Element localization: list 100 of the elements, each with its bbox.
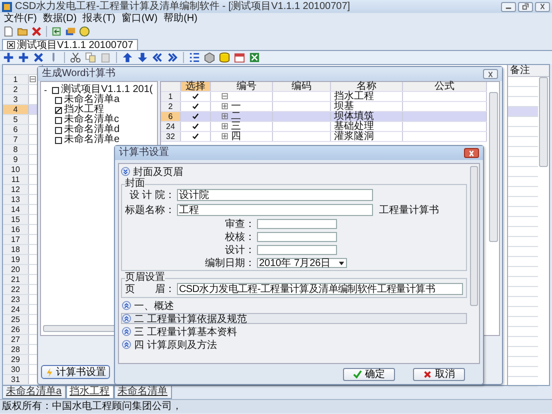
check-mark[interactable] [192,93,199,100]
cut-icon[interactable] [70,52,81,63]
checkbox[interactable] [55,106,62,114]
section-row[interactable]: 三 工程量计算基本资料 [121,326,467,337]
tree-item[interactable]: 未命名清单d [64,125,120,135]
expand-icon[interactable] [122,314,131,323]
checkbox[interactable] [52,86,59,94]
checkbox[interactable] [55,116,62,124]
collapse-toggle[interactable]: - [44,85,50,95]
row-number[interactable]: 7 [3,135,29,144]
row-number[interactable]: 4 [3,105,29,114]
cancel-button[interactable]: 取消 [413,368,465,380]
spreadsheet-icon[interactable] [249,52,260,63]
menu-item[interactable]: 数据(D) [42,13,77,25]
expand-icon[interactable] [122,301,131,310]
import-icon[interactable] [51,26,62,37]
add-icon[interactable] [18,52,29,63]
row-number[interactable]: 24 [3,305,29,314]
row-number[interactable]: 2 [3,85,29,94]
row-number[interactable]: 30 [3,365,29,374]
row-number[interactable]: 11 [3,175,29,184]
sheet-tab[interactable]: 挡水工程 [66,386,114,399]
row-number[interactable]: 21 [3,275,29,284]
checkbox[interactable] [55,136,62,144]
arrow-up-icon[interactable] [122,52,133,63]
check-mark[interactable] [192,113,199,120]
menu-item[interactable]: 窗口(W) [121,13,158,25]
tree-item[interactable]: 未命名清单e [64,135,120,145]
table-row[interactable]: 32 ⊞ 四 灌浆隧洞 [161,132,487,142]
row-number[interactable]: 5 [3,115,29,124]
row-number[interactable]: 28 [3,345,29,354]
row-number[interactable]: 12 [3,185,29,194]
expand-toggle[interactable]: ⊞ [221,132,229,141]
row-number[interactable]: 16 [3,225,29,234]
row-number[interactable]: 25 [3,315,29,324]
calendar-icon[interactable] [234,52,245,63]
folder-icon[interactable] [17,26,28,37]
input-field[interactable]: CSD水力发电工程-工程量计算及清单编制软件工程量计算书 [177,283,463,295]
sheet-tab[interactable]: 未命名清单a [2,386,66,399]
check-mark[interactable] [192,123,199,130]
arrow-down-icon[interactable] [137,52,148,63]
row-number[interactable]: 3 [3,95,29,104]
close-button[interactable] [483,69,498,79]
add-icon[interactable] [3,52,14,63]
row-number[interactable]: 10 [3,165,29,174]
sheet-tab[interactable]: 未命名清单 [114,386,172,399]
collapse-toggle[interactable]: ⊟ [29,75,37,84]
tree-item[interactable]: 挡水工程 [64,105,104,115]
scrollbar[interactable] [489,92,498,242]
section-row[interactable]: 四 计算原则及方法 [121,339,467,350]
table-row[interactable]: 24 ⊞ 三 基础处理 [161,122,487,132]
row-number[interactable]: 26 [3,325,29,334]
close-button[interactable] [535,2,550,12]
double-right-icon[interactable] [167,52,178,63]
tree-item[interactable]: 未命名清单c [64,115,119,125]
input-field[interactable] [257,232,337,242]
row-number[interactable]: 17 [3,235,29,244]
row-number[interactable]: 29 [3,355,29,364]
row-number[interactable]: 19 [3,255,29,264]
ok-button[interactable]: 确定 [343,368,395,380]
restore-button[interactable] [518,2,533,12]
row-number[interactable]: 6 [3,125,29,134]
row-number[interactable]: 20 [3,265,29,274]
expand-icon[interactable] [122,340,131,349]
expand-toggle[interactable]: ⊟ [221,92,229,101]
section-row[interactable]: 一、概述 [121,300,467,311]
minimize-button[interactable] [501,2,516,12]
checkbox[interactable] [55,96,62,104]
document-tab[interactable]: 测试项目V1.1.1 20100707 [2,39,138,50]
input-field[interactable]: 设计院 [177,189,373,201]
date-picker[interactable]: 2010年 7月26日 [257,258,347,268]
scrollbar[interactable] [539,77,548,167]
row-number[interactable]: 27 [3,335,29,344]
tree-item[interactable]: 测试项目V1.1.1 201( [61,85,153,95]
settings-button[interactable]: 计算书设置 [41,365,110,379]
table-row[interactable]: 6 ⊞ 二 坝体填筑 [161,112,487,122]
input-field[interactable] [257,219,337,229]
delete-icon[interactable] [31,26,42,37]
row-number[interactable]: 31 [3,375,29,384]
delete-icon[interactable] [33,52,44,63]
expand-toggle[interactable]: ⊞ [221,112,229,121]
close-button[interactable] [464,148,479,158]
row-number[interactable]: 18 [3,245,29,254]
row-number[interactable]: 15 [3,215,29,224]
table-row[interactable]: 1 ⊟ 挡水工程 [161,92,487,102]
list-icon[interactable] [189,52,200,63]
row-number[interactable]: 14 [3,205,29,214]
check-mark[interactable] [192,103,199,110]
row-number[interactable]: 22 [3,285,29,294]
double-left-icon[interactable] [152,52,163,63]
row-number[interactable]: 1 [3,75,29,84]
input-field[interactable]: 工程 [177,204,373,216]
row-number[interactable]: 13 [3,195,29,204]
menu-item[interactable]: 报表(T) [82,13,116,25]
menu-item[interactable]: 帮助(H) [164,13,198,25]
expand-toggle[interactable]: ⊞ [221,102,229,111]
cylinder-icon[interactable] [219,52,230,63]
row-number[interactable]: 23 [3,295,29,304]
section-header[interactable]: 封面及页眉 [133,164,183,178]
section-row[interactable]: 二 工程量计算依据及规范 [121,313,467,324]
